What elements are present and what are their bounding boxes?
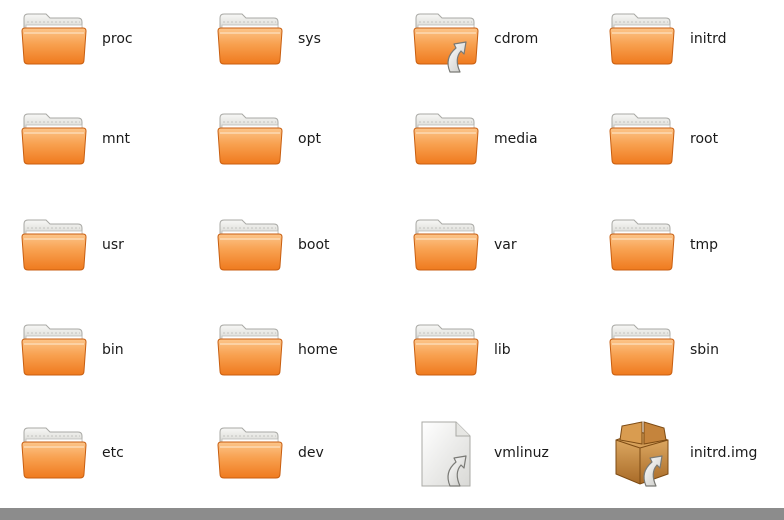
folder-icon — [606, 315, 678, 387]
file-item-media[interactable]: media — [410, 104, 590, 176]
file-label: proc — [102, 31, 133, 47]
folder-icon — [214, 4, 286, 76]
file-label: initrd — [690, 31, 727, 47]
file-item-home[interactable]: home — [214, 315, 394, 387]
file-item-tmp[interactable]: tmp — [606, 210, 784, 282]
file-symlink-icon — [410, 418, 482, 490]
file-label: lib — [494, 342, 511, 358]
file-label: media — [494, 131, 538, 147]
folder-icon — [606, 104, 678, 176]
folder-icon — [410, 104, 482, 176]
file-item-sys[interactable]: sys — [214, 4, 394, 76]
file-item-initrd[interactable]: initrd — [606, 4, 784, 76]
file-item-initrd-img[interactable]: initrd.img — [606, 418, 784, 490]
file-item-mnt[interactable]: mnt — [18, 104, 198, 176]
file-label: sbin — [690, 342, 719, 358]
file-label: mnt — [102, 131, 130, 147]
file-label: sys — [298, 31, 321, 47]
file-label: etc — [102, 445, 124, 461]
file-label: dev — [298, 445, 324, 461]
folder-icon — [18, 210, 90, 282]
file-label: vmlinuz — [494, 445, 549, 461]
folder-symlink-icon — [410, 4, 482, 76]
folder-icon — [18, 104, 90, 176]
folder-icon — [410, 315, 482, 387]
folder-icon — [606, 4, 678, 76]
package-symlink-icon — [606, 418, 678, 490]
file-item-opt[interactable]: opt — [214, 104, 394, 176]
file-item-etc[interactable]: etc — [18, 418, 198, 490]
file-icon-view: proc sys cdrom initrd mnt opt media root… — [0, 0, 784, 508]
file-label: boot — [298, 237, 330, 253]
folder-icon — [606, 210, 678, 282]
file-label: initrd.img — [690, 445, 758, 461]
file-item-lib[interactable]: lib — [410, 315, 590, 387]
file-item-boot[interactable]: boot — [214, 210, 394, 282]
folder-icon — [18, 418, 90, 490]
file-label: opt — [298, 131, 321, 147]
file-label: cdrom — [494, 31, 539, 47]
file-item-root[interactable]: root — [606, 104, 784, 176]
file-item-proc[interactable]: proc — [18, 4, 198, 76]
file-item-usr[interactable]: usr — [18, 210, 198, 282]
file-label: var — [494, 237, 517, 253]
file-label: usr — [102, 237, 124, 253]
file-item-dev[interactable]: dev — [214, 418, 394, 490]
file-label: tmp — [690, 237, 719, 253]
folder-icon — [214, 210, 286, 282]
folder-icon — [214, 315, 286, 387]
file-item-cdrom[interactable]: cdrom — [410, 4, 590, 76]
folder-icon — [410, 210, 482, 282]
status-bar — [0, 508, 784, 520]
file-label: bin — [102, 342, 124, 358]
file-item-sbin[interactable]: sbin — [606, 315, 784, 387]
file-label: root — [690, 131, 719, 147]
file-label: home — [298, 342, 338, 358]
file-item-vmlinuz[interactable]: vmlinuz — [410, 418, 590, 490]
folder-icon — [18, 4, 90, 76]
file-item-bin[interactable]: bin — [18, 315, 198, 387]
folder-icon — [214, 104, 286, 176]
folder-icon — [214, 418, 286, 490]
folder-icon — [18, 315, 90, 387]
file-item-var[interactable]: var — [410, 210, 590, 282]
